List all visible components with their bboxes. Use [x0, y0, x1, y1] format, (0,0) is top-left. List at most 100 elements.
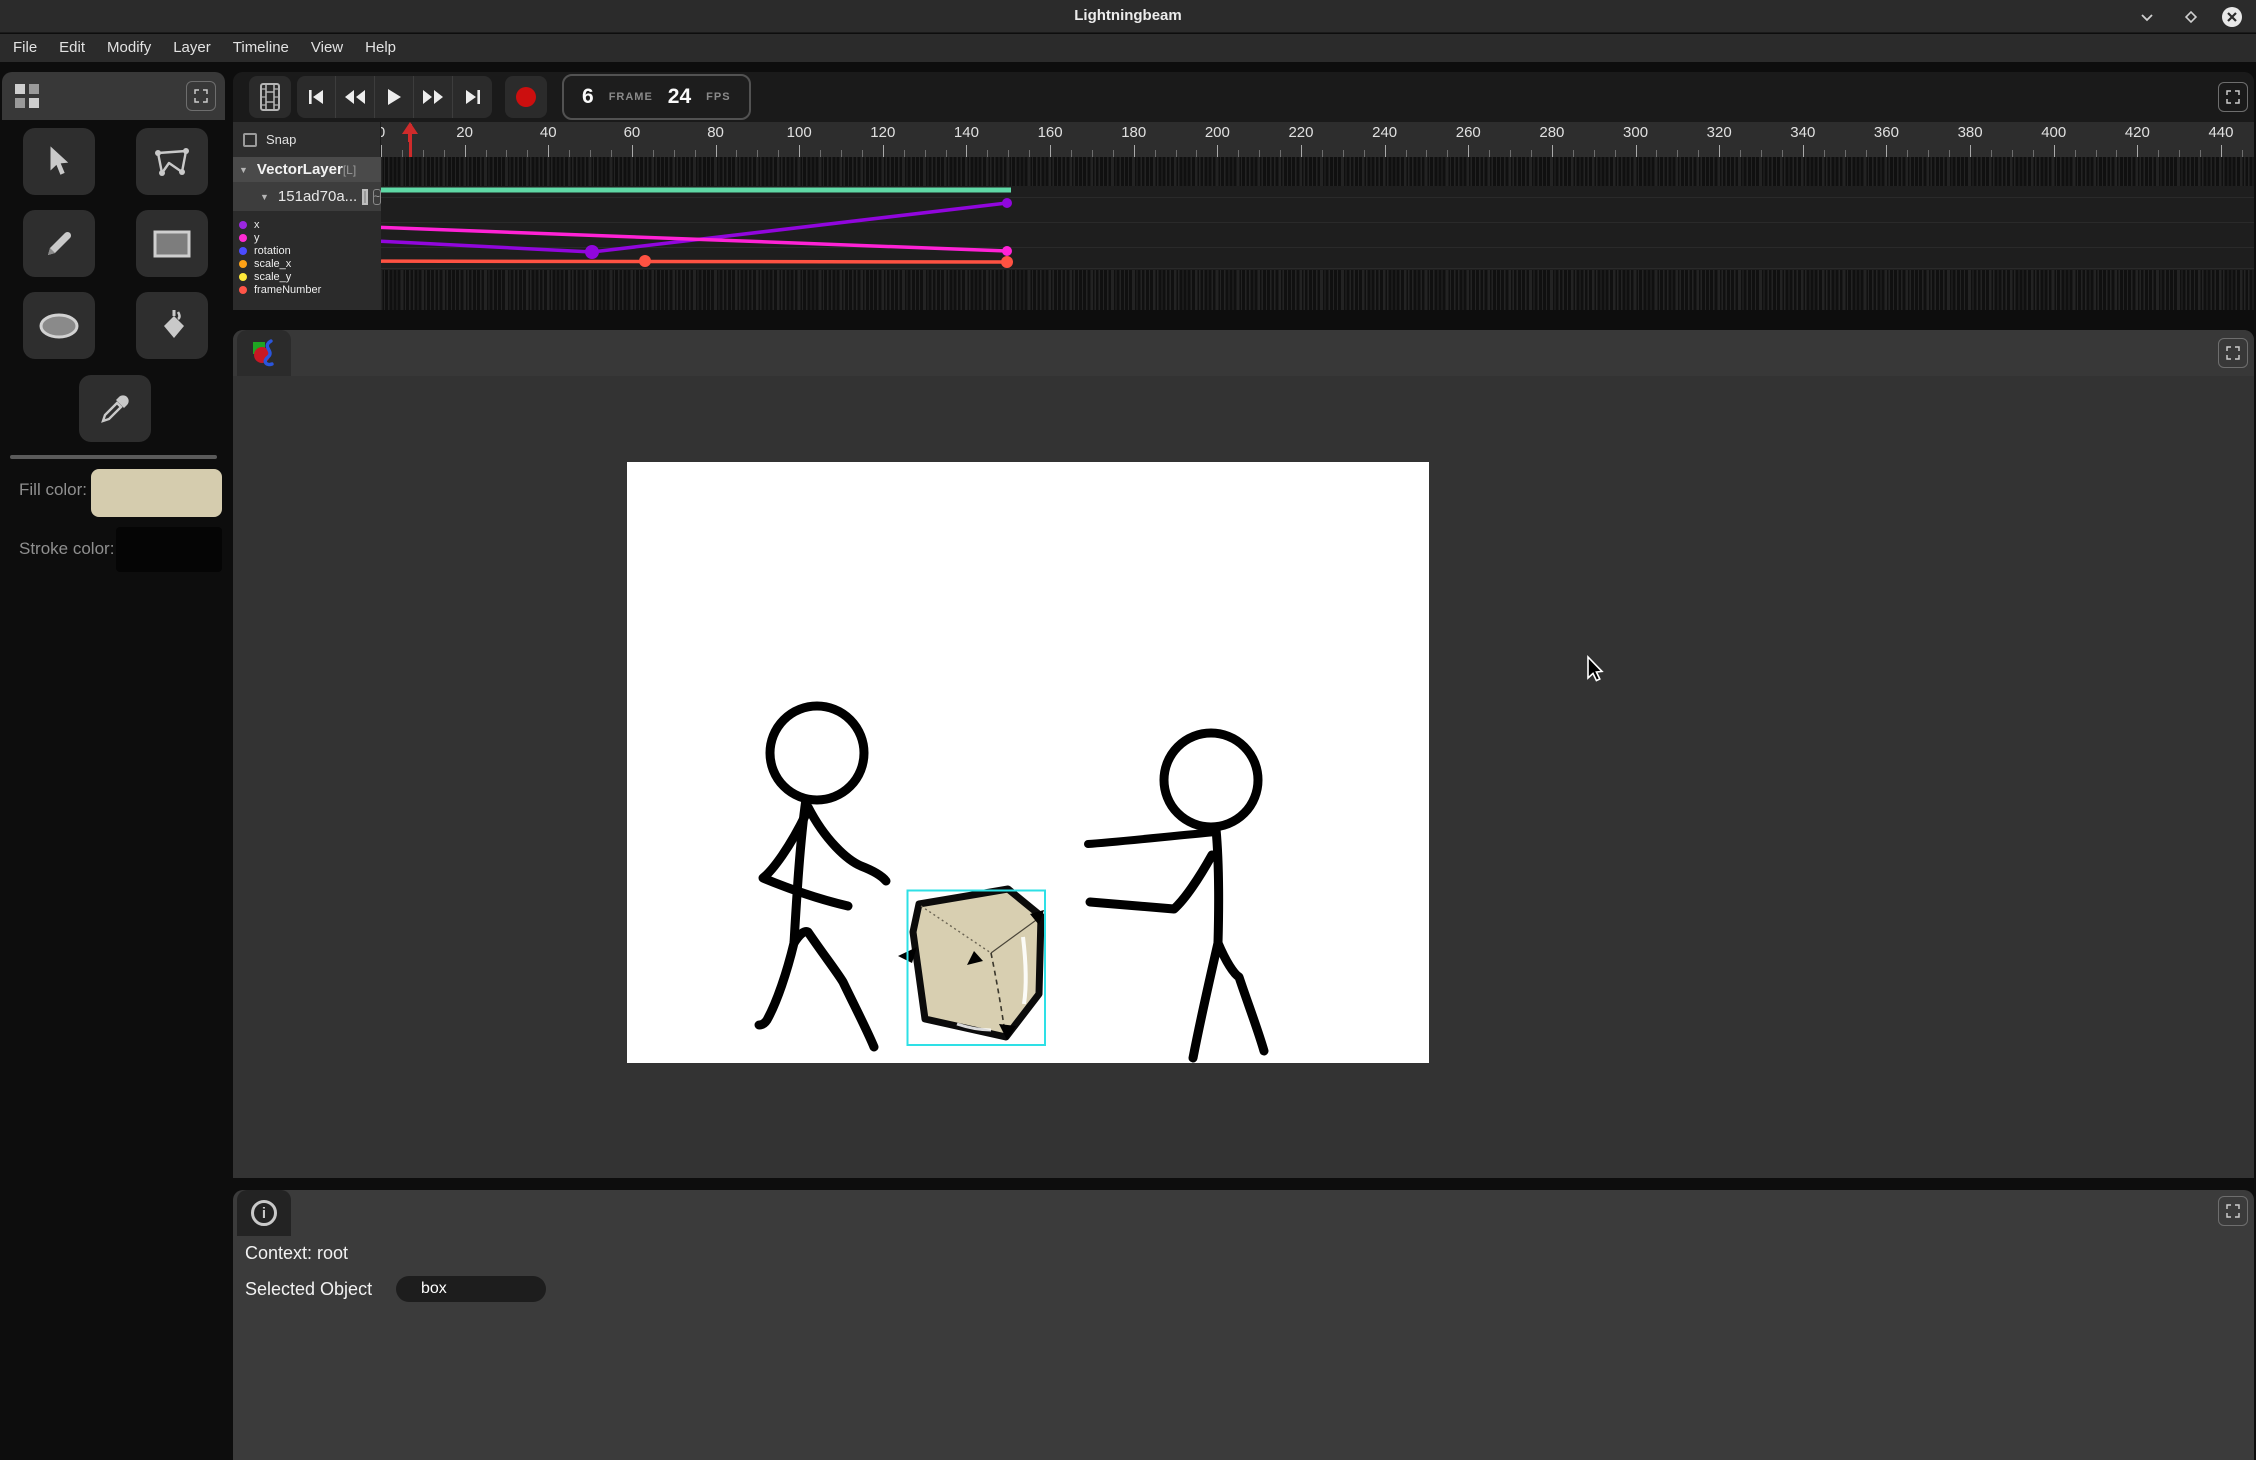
canvas-tab[interactable] [237, 330, 291, 376]
keyframe-dot [585, 245, 599, 259]
menu-bar: FileEditModifyLayerTimelineViewHelp [0, 34, 2256, 62]
menu-item-help[interactable]: Help [354, 34, 407, 62]
expand-icon [193, 88, 209, 104]
tool-select[interactable] [23, 128, 95, 195]
minimize-button[interactable] [2136, 6, 2158, 28]
tool-pencil[interactable] [23, 210, 95, 277]
snap-row: Snap [233, 122, 381, 157]
tool-rectangle[interactable] [136, 210, 208, 277]
canvas-expand-button[interactable] [2218, 338, 2248, 368]
snap-checkbox[interactable] [243, 133, 257, 147]
collapse-triangle-icon[interactable]: ▼ [260, 192, 269, 202]
tool-sidebar: Fill color: Stroke color: [2, 72, 225, 1458]
context-text: Context: root [245, 1243, 348, 1264]
property-row-rotation[interactable]: rotation [233, 244, 291, 257]
fill-color-swatch[interactable] [91, 469, 222, 517]
menu-item-view[interactable]: View [300, 34, 354, 62]
menu-item-file[interactable]: File [2, 34, 48, 62]
window-title: Lightningbeam [0, 7, 2256, 24]
ruler-label: 420 [2125, 124, 2150, 141]
paint-bucket-icon [154, 308, 190, 344]
fill-color-label: Fill color: [19, 480, 87, 500]
menu-item-timeline[interactable]: Timeline [222, 34, 300, 62]
property-color-dot [239, 234, 247, 242]
frames-strip-bottom[interactable] [381, 270, 2254, 310]
property-label: scale_y [254, 271, 291, 283]
keyframe-dot [1002, 198, 1012, 208]
sidebar-divider [10, 455, 217, 459]
collapse-triangle-icon[interactable]: ▼ [239, 165, 248, 175]
property-color-dot [239, 247, 247, 255]
tool-eyedropper[interactable] [79, 375, 151, 442]
property-row-scale_y[interactable]: scale_y [233, 270, 291, 283]
layer-name: VectorLayer [257, 161, 343, 178]
box-object[interactable] [898, 889, 1045, 1045]
expand-icon [2225, 89, 2241, 105]
property-color-dot [239, 286, 247, 294]
property-label: rotation [254, 245, 291, 257]
close-button[interactable] [2221, 6, 2243, 28]
tilde-button[interactable]: ~ [373, 189, 381, 205]
object-row[interactable]: ▼ 151ad70a... ~ [233, 182, 381, 211]
menu-item-modify[interactable]: Modify [96, 34, 162, 62]
app-window: Lightningbeam FileEditModifyLayerTimelin… [0, 0, 2256, 1460]
expand-icon [2225, 345, 2241, 361]
ruler-tick [2116, 150, 2117, 157]
property-list: xyrotationscale_xscale_yframeNumber [233, 211, 381, 310]
stage-drawing [627, 462, 1429, 1063]
playhead-arrow-icon[interactable] [399, 122, 421, 142]
tool-paint-bucket[interactable] [136, 292, 208, 359]
property-row-frameNumber[interactable]: frameNumber [233, 283, 321, 296]
info-icon: i [251, 1200, 277, 1226]
menu-item-edit[interactable]: Edit [48, 34, 96, 62]
keyframe-dot [1002, 246, 1012, 256]
canvas-header [233, 330, 2254, 376]
select-cursor-icon [44, 145, 74, 179]
snap-label: Snap [266, 132, 296, 147]
timeline-expand-button[interactable] [2218, 82, 2248, 112]
free-transform-icon [152, 145, 192, 179]
title-bar: Lightningbeam [0, 0, 2256, 33]
inspector-panel: i Context: root Selected Object box [233, 1190, 2254, 1460]
solid-square-button[interactable] [362, 189, 367, 205]
canvas-panel [233, 330, 2254, 1178]
expand-icon [2225, 1203, 2241, 1219]
selected-object-value[interactable]: box [396, 1276, 546, 1302]
keyframe-dot [1001, 256, 1013, 268]
ruler-tick [2137, 145, 2138, 157]
property-label: frameNumber [254, 284, 321, 296]
tool-ellipse[interactable] [23, 292, 95, 359]
sidebar-header [2, 72, 225, 120]
layer-row-vectorlayer[interactable]: ▼ VectorLayer [L] [233, 157, 381, 182]
right-stick-figure[interactable] [1088, 733, 1264, 1058]
sidebar-expand-button[interactable] [186, 81, 216, 111]
curve-graph-area[interactable] [381, 186, 2254, 270]
tool-free-transform[interactable] [136, 128, 208, 195]
property-row-scale_x[interactable]: scale_x [233, 257, 291, 270]
property-label: x [254, 219, 260, 231]
stroke-color-label: Stroke color: [19, 539, 114, 559]
property-color-dot [239, 260, 247, 268]
property-row-y[interactable]: y [233, 231, 260, 244]
diamond-icon [2183, 9, 2199, 25]
grid-icon[interactable] [14, 83, 40, 114]
ellipse-icon [37, 311, 81, 341]
ruler-tick [2179, 150, 2180, 157]
stroke-color-swatch[interactable] [116, 527, 222, 572]
property-label: scale_x [254, 258, 291, 270]
animation-curves[interactable] [233, 72, 2106, 270]
inspector-expand-button[interactable] [2218, 1196, 2248, 1226]
property-row-x[interactable]: x [233, 218, 260, 231]
menu-item-layer[interactable]: Layer [162, 34, 222, 62]
timeline-panel: 6 FRAME 24 FPS 0204060801001201401601802… [233, 72, 2254, 310]
inspector-tab[interactable]: i [237, 1190, 291, 1236]
keyframe-dot [639, 255, 651, 267]
close-icon [2221, 6, 2243, 28]
left-stick-figure[interactable] [759, 706, 886, 1047]
layer-badge: [L] [343, 163, 356, 177]
ruler-tick [2158, 150, 2159, 157]
stage[interactable] [627, 462, 1429, 1063]
ruler-tick [2200, 150, 2201, 157]
maximize-button[interactable] [2180, 6, 2202, 28]
pencil-icon [42, 227, 76, 261]
